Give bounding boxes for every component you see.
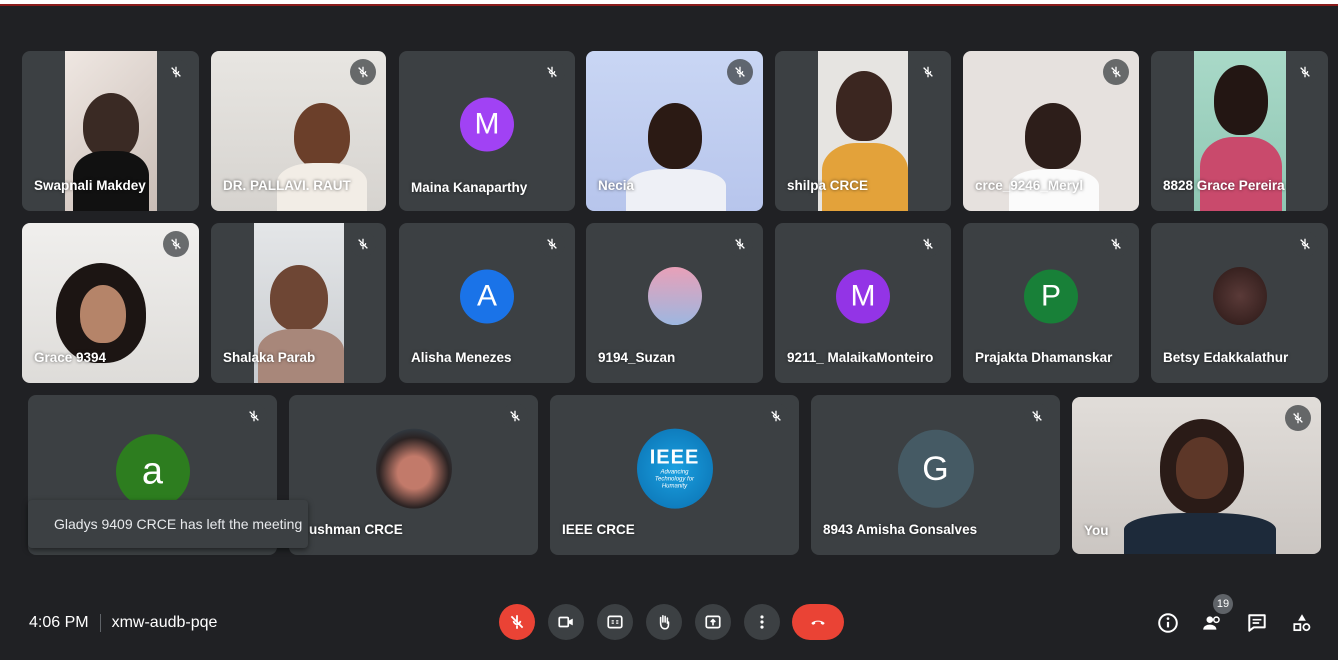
people-button[interactable] xyxy=(1199,610,1225,636)
participant-tile[interactable]: 8828 Grace Pereira xyxy=(1151,51,1328,211)
participant-name: Swapnali Makdey xyxy=(34,178,146,193)
mic-muted-icon xyxy=(539,59,565,85)
meeting-code: xmw-audb-pqe xyxy=(111,614,218,631)
participant-tile[interactable]: A Alisha Menezes xyxy=(399,223,575,383)
present-button[interactable] xyxy=(695,604,731,640)
participant-name: Prajakta Dhamanskar xyxy=(975,350,1113,365)
self-tile[interactable]: You xyxy=(1072,397,1321,554)
avatar: G xyxy=(897,429,974,508)
ieee-logo: IEEE Advancing Technology for Humanity xyxy=(636,428,713,509)
participant-name: You xyxy=(1084,523,1109,538)
avatar xyxy=(647,267,702,326)
participant-name: 8943 Amisha Gonsalves xyxy=(823,522,978,537)
more-options-icon xyxy=(760,615,764,629)
avatar: M xyxy=(836,269,890,324)
mic-muted-icon xyxy=(763,403,789,429)
self-video xyxy=(1072,397,1321,554)
mic-muted-icon xyxy=(1103,59,1129,85)
people-icon xyxy=(1203,616,1220,630)
mic-off-button[interactable] xyxy=(499,604,535,640)
avatar: P xyxy=(1024,269,1078,324)
mic-muted-icon xyxy=(350,231,376,257)
participant-name: Necia xyxy=(598,178,635,193)
participant-name: 9211_ MalaikaMonteiro xyxy=(787,350,934,365)
participant-name: shilpa CRCE xyxy=(787,178,869,193)
mic-muted-icon xyxy=(1024,403,1050,429)
chat-icon xyxy=(1248,614,1266,632)
activities-button[interactable] xyxy=(1289,610,1315,636)
participant-name: 9194_Suzan xyxy=(598,350,676,365)
participant-name: 8828 Grace Pereira xyxy=(1163,178,1285,193)
participant-tile[interactable]: Shalaka Parab xyxy=(211,223,386,383)
leave-call-button[interactable] xyxy=(792,604,844,640)
participant-name: Betsy Edakkalathur xyxy=(1163,350,1289,365)
meeting-details: 4:06 PM xmw-audb-pqe xyxy=(29,614,217,632)
mic-muted-icon xyxy=(915,231,941,257)
mic-muted-icon xyxy=(163,231,189,257)
avatar xyxy=(1212,267,1267,326)
right-edge xyxy=(1338,0,1344,660)
mic-off-icon xyxy=(510,615,524,629)
participant-tile[interactable]: Grace 9394 xyxy=(22,223,199,383)
participant-tile[interactable]: crce_9246_Meryl xyxy=(963,51,1139,211)
chat-button[interactable] xyxy=(1244,610,1270,636)
avatar: a xyxy=(115,434,190,509)
more-options-button[interactable] xyxy=(744,604,780,640)
avatar: M xyxy=(460,97,514,152)
participant-tile[interactable]: M Maina Kanaparthy xyxy=(399,51,575,211)
mic-muted-icon xyxy=(1103,231,1129,257)
participant-tile[interactable]: Swapnali Makdey xyxy=(22,51,199,211)
activities-icon xyxy=(1293,614,1311,632)
leave-call-icon xyxy=(811,620,825,625)
mic-muted-icon xyxy=(1292,59,1318,85)
camera-button[interactable] xyxy=(548,604,584,640)
mic-muted-icon xyxy=(727,59,753,85)
participant-name: DR. PALLAVI. RAUT xyxy=(223,178,351,193)
participant-tile[interactable]: shilpa CRCE xyxy=(775,51,951,211)
raise-hand-button[interactable] xyxy=(646,604,682,640)
participant-name: Alisha Menezes xyxy=(411,350,512,365)
participant-tile[interactable]: IEEE Advancing Technology for Humanity I… xyxy=(550,395,799,555)
participant-tile[interactable]: P Prajakta Dhamanskar xyxy=(963,223,1139,383)
mic-muted-icon xyxy=(1285,405,1311,431)
captions-button[interactable] xyxy=(597,604,633,640)
participant-name: ushman CRCE xyxy=(309,522,403,537)
mic-muted-icon xyxy=(163,59,189,85)
mic-muted-icon xyxy=(350,59,376,85)
participant-tile[interactable]: Betsy Edakkalathur xyxy=(1151,223,1328,383)
captions-icon xyxy=(607,615,623,629)
mic-muted-icon xyxy=(1292,231,1318,257)
raise-hand-icon xyxy=(659,615,670,630)
participant-name: Maina Kanaparthy xyxy=(411,180,528,195)
avatar: A xyxy=(460,269,514,324)
mic-muted-icon xyxy=(241,403,267,429)
participant-name: Grace 9394 xyxy=(34,350,107,365)
top-border xyxy=(0,0,1344,6)
participant-tile[interactable]: 9194_Suzan xyxy=(586,223,763,383)
participant-name: IEEE CRCE xyxy=(562,522,635,537)
mic-muted-icon xyxy=(502,403,528,429)
participant-tile[interactable]: G 8943 Amisha Gonsalves xyxy=(811,395,1060,555)
participant-name: crce_9246_Meryl xyxy=(975,178,1084,193)
participant-tile[interactable]: Necia xyxy=(586,51,763,211)
participant-name: Shalaka Parab xyxy=(223,350,316,365)
mic-muted-icon xyxy=(727,231,753,257)
info-icon xyxy=(1158,613,1178,633)
participant-tile[interactable]: ushman CRCE xyxy=(289,395,538,555)
participant-tile[interactable]: DR. PALLAVI. RAUT xyxy=(211,51,386,211)
camera-icon xyxy=(558,616,573,628)
present-screen-icon xyxy=(705,615,721,629)
bottom-bar: 4:06 PM xmw-audb-pqe 19 xyxy=(0,590,1338,660)
mic-muted-icon xyxy=(539,231,565,257)
divider xyxy=(99,614,101,632)
meeting-time: 4:06 PM xyxy=(29,614,89,631)
participant-tile[interactable]: M 9211_ MalaikaMonteiro xyxy=(775,223,951,383)
avatar xyxy=(375,428,452,509)
meeting-info-button[interactable] xyxy=(1155,610,1181,636)
left-meeting-toast: Gladys 9409 CRCE has left the meeting xyxy=(28,500,308,548)
mic-muted-icon xyxy=(915,59,941,85)
